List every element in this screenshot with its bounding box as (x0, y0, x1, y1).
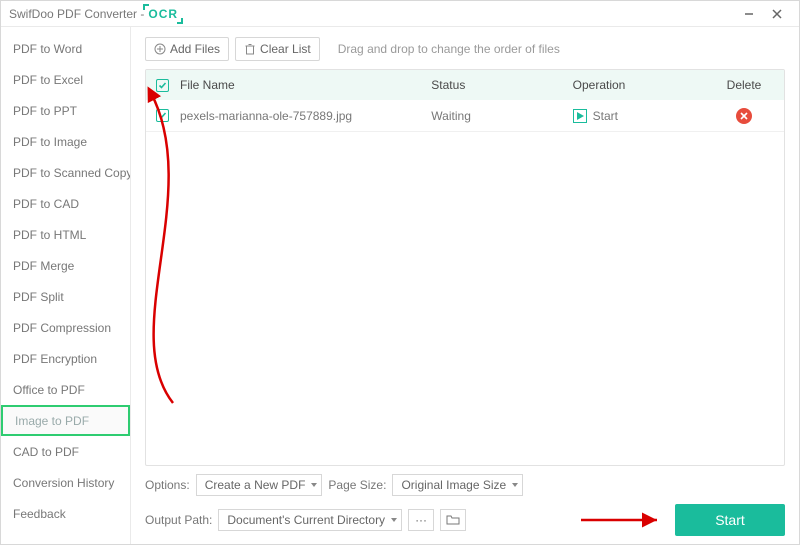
x-icon (740, 112, 748, 120)
sidebar-item-pdf-to-html[interactable]: PDF to HTML (1, 219, 130, 250)
options-label: Options: (145, 478, 190, 492)
output-row: Output Path: Document's Current Director… (145, 504, 785, 536)
close-icon (772, 9, 782, 19)
folder-icon (446, 514, 460, 526)
file-list: File Name Status Operation Delete pexels… (145, 69, 785, 466)
ocr-badge[interactable]: OCR (148, 7, 178, 21)
sidebar-item-pdf-merge[interactable]: PDF Merge (1, 250, 130, 281)
clear-list-button[interactable]: Clear List (235, 37, 320, 61)
more-button[interactable]: ··· (408, 509, 434, 531)
start-button[interactable]: Start (675, 504, 785, 536)
sidebar-item-pdf-to-ppt[interactable]: PDF to PPT (1, 95, 130, 126)
sidebar-item-pdf-to-image[interactable]: PDF to Image (1, 126, 130, 157)
play-icon (576, 112, 584, 120)
page-size-dropdown[interactable]: Original Image Size (392, 474, 523, 496)
plus-icon (154, 43, 166, 55)
row-file-name: pexels-marianna-ole-757889.jpg (180, 109, 431, 123)
sidebar: PDF to WordPDF to ExcelPDF to PPTPDF to … (1, 27, 131, 544)
add-files-button[interactable]: Add Files (145, 37, 229, 61)
close-button[interactable] (763, 4, 791, 24)
options-row: Options: Create a New PDF Page Size: Ori… (145, 474, 785, 496)
app-window: SwifDoo PDF Converter - OCR PDF to WordP… (0, 0, 800, 545)
app-title: SwifDoo PDF Converter - (9, 7, 144, 21)
row-checkbox[interactable] (156, 109, 169, 122)
row-start-button[interactable] (573, 109, 587, 123)
sidebar-item-pdf-to-excel[interactable]: PDF to Excel (1, 64, 130, 95)
table-row: pexels-marianna-ole-757889.jpgWaiting Sta… (146, 100, 784, 132)
header-file-name: File Name (180, 78, 431, 92)
header-delete: Delete (714, 78, 774, 92)
output-path-label: Output Path: (145, 513, 212, 527)
toolbar: Add Files Clear List Drag and drop to ch… (145, 37, 785, 61)
sidebar-item-pdf-compression[interactable]: PDF Compression (1, 312, 130, 343)
sidebar-item-cad-to-pdf[interactable]: CAD to PDF (1, 436, 130, 467)
sidebar-item-pdf-to-scanned-copy[interactable]: PDF to Scanned Copy (1, 157, 130, 188)
sidebar-item-pdf-to-cad[interactable]: PDF to CAD (1, 188, 130, 219)
sidebar-item-pdf-encryption[interactable]: PDF Encryption (1, 343, 130, 374)
row-delete-button[interactable] (736, 108, 752, 124)
toolbar-hint: Drag and drop to change the order of fil… (338, 42, 560, 56)
sidebar-item-conversion-history[interactable]: Conversion History (1, 467, 130, 498)
page-size-label: Page Size: (328, 478, 386, 492)
options-dropdown[interactable]: Create a New PDF (196, 474, 323, 496)
output-path-dropdown[interactable]: Document's Current Directory (218, 509, 402, 531)
sidebar-item-pdf-split[interactable]: PDF Split (1, 281, 130, 312)
chevron-down-icon (512, 483, 518, 487)
minimize-icon (744, 9, 754, 19)
ellipsis-icon: ··· (415, 513, 427, 527)
select-all-checkbox[interactable] (156, 79, 169, 92)
chevron-down-icon (311, 483, 317, 487)
sidebar-item-feedback[interactable]: Feedback (1, 498, 130, 529)
header-operation: Operation (573, 78, 714, 92)
titlebar: SwifDoo PDF Converter - OCR (1, 1, 799, 27)
sidebar-item-image-to-pdf[interactable]: Image to PDF (1, 405, 130, 436)
row-status: Waiting (431, 109, 572, 123)
header-status: Status (431, 78, 572, 92)
sidebar-item-office-to-pdf[interactable]: Office to PDF (1, 374, 130, 405)
trash-icon (244, 43, 256, 55)
file-list-body: pexels-marianna-ole-757889.jpgWaiting Sta… (146, 100, 784, 465)
file-list-header: File Name Status Operation Delete (146, 70, 784, 100)
open-folder-button[interactable] (440, 509, 466, 531)
body: PDF to WordPDF to ExcelPDF to PPTPDF to … (1, 27, 799, 544)
minimize-button[interactable] (735, 4, 763, 24)
main-panel: Add Files Clear List Drag and drop to ch… (131, 27, 799, 544)
sidebar-item-pdf-to-word[interactable]: PDF to Word (1, 33, 130, 64)
chevron-down-icon (391, 518, 397, 522)
row-op-label: Start (593, 109, 618, 123)
